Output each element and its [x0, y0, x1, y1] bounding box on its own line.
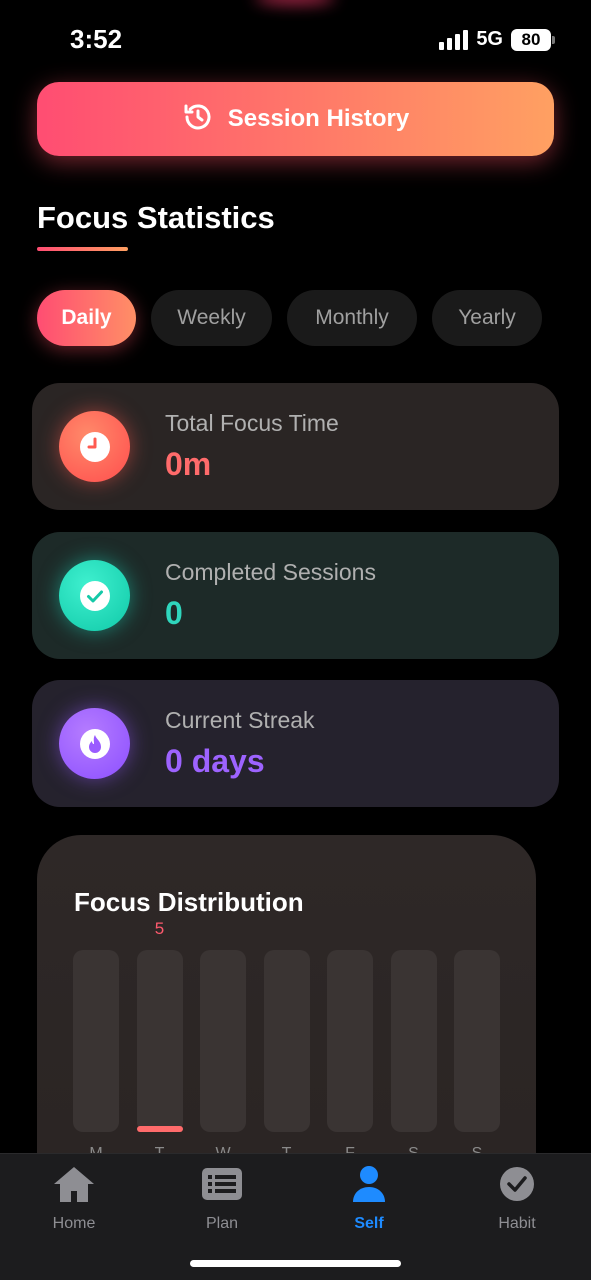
home-icon [52, 1164, 96, 1209]
tabbar-habit-label: Habit [498, 1215, 536, 1232]
focus-distribution-title: Focus Distribution [74, 887, 304, 917]
total-focus-time-label: Total Focus Time [165, 410, 339, 436]
list-icon [200, 1164, 244, 1209]
tabbar-plan-label: Plan [205, 1215, 239, 1232]
status-time: 3:52 [70, 24, 123, 54]
title-underline [37, 247, 128, 251]
clock-icon [59, 411, 130, 482]
current-streak-value: 0 days [165, 743, 265, 779]
battery-level: 80 [521, 29, 541, 49]
session-history-button[interactable]: Session History [37, 82, 554, 156]
bar-slot [200, 950, 246, 1132]
total-focus-time-value: 0m [165, 446, 212, 482]
bar-slot [73, 950, 119, 1132]
completed-sessions-card: Completed Sessions 0 [32, 532, 559, 659]
tab-yearly[interactable]: Yearly [432, 290, 542, 346]
tabbar-home-label: Home [52, 1215, 96, 1232]
completed-sessions-label: Completed Sessions [165, 559, 376, 585]
bar-slot [136, 950, 183, 1132]
status-bar: 3:52 5G 80 [0, 0, 591, 80]
bar-fill [136, 1126, 183, 1132]
total-focus-time-card: Total Focus Time 0m [32, 383, 559, 510]
tabbar-self-label: Self [354, 1215, 384, 1232]
person-icon [347, 1164, 391, 1209]
bar-slot [454, 950, 500, 1132]
signal-icon [439, 29, 469, 50]
bar-slot [263, 950, 310, 1132]
bar-slot [390, 950, 437, 1132]
check-circle-icon [59, 560, 130, 631]
check-circle-icon [495, 1164, 539, 1209]
session-history-label: Session History [227, 105, 410, 132]
current-streak-card: Current Streak 0 days [32, 680, 559, 807]
top-glow [255, 0, 335, 4]
tabbar-self[interactable]: Self [314, 1164, 424, 1233]
tab-weekly[interactable]: Weekly [151, 290, 272, 346]
tabbar-habit[interactable]: Habit [462, 1164, 572, 1233]
battery-icon: 80 [511, 28, 555, 51]
current-streak-label: Current Streak [165, 707, 315, 733]
page-title: Focus Statistics [37, 200, 275, 235]
network-label: 5G [476, 28, 503, 50]
bar-slot [327, 950, 373, 1132]
completed-sessions-value: 0 [165, 595, 183, 631]
tab-daily[interactable]: Daily [37, 290, 136, 346]
tabbar-home[interactable]: Home [19, 1164, 129, 1233]
status-icons: 5G 80 [439, 28, 555, 51]
flame-icon [59, 708, 130, 779]
history-icon [182, 101, 214, 138]
tab-monthly[interactable]: Monthly [287, 290, 417, 346]
home-indicator [190, 1260, 401, 1267]
bar-value-label: 5 [154, 919, 165, 938]
tabbar-plan[interactable]: Plan [167, 1164, 277, 1233]
